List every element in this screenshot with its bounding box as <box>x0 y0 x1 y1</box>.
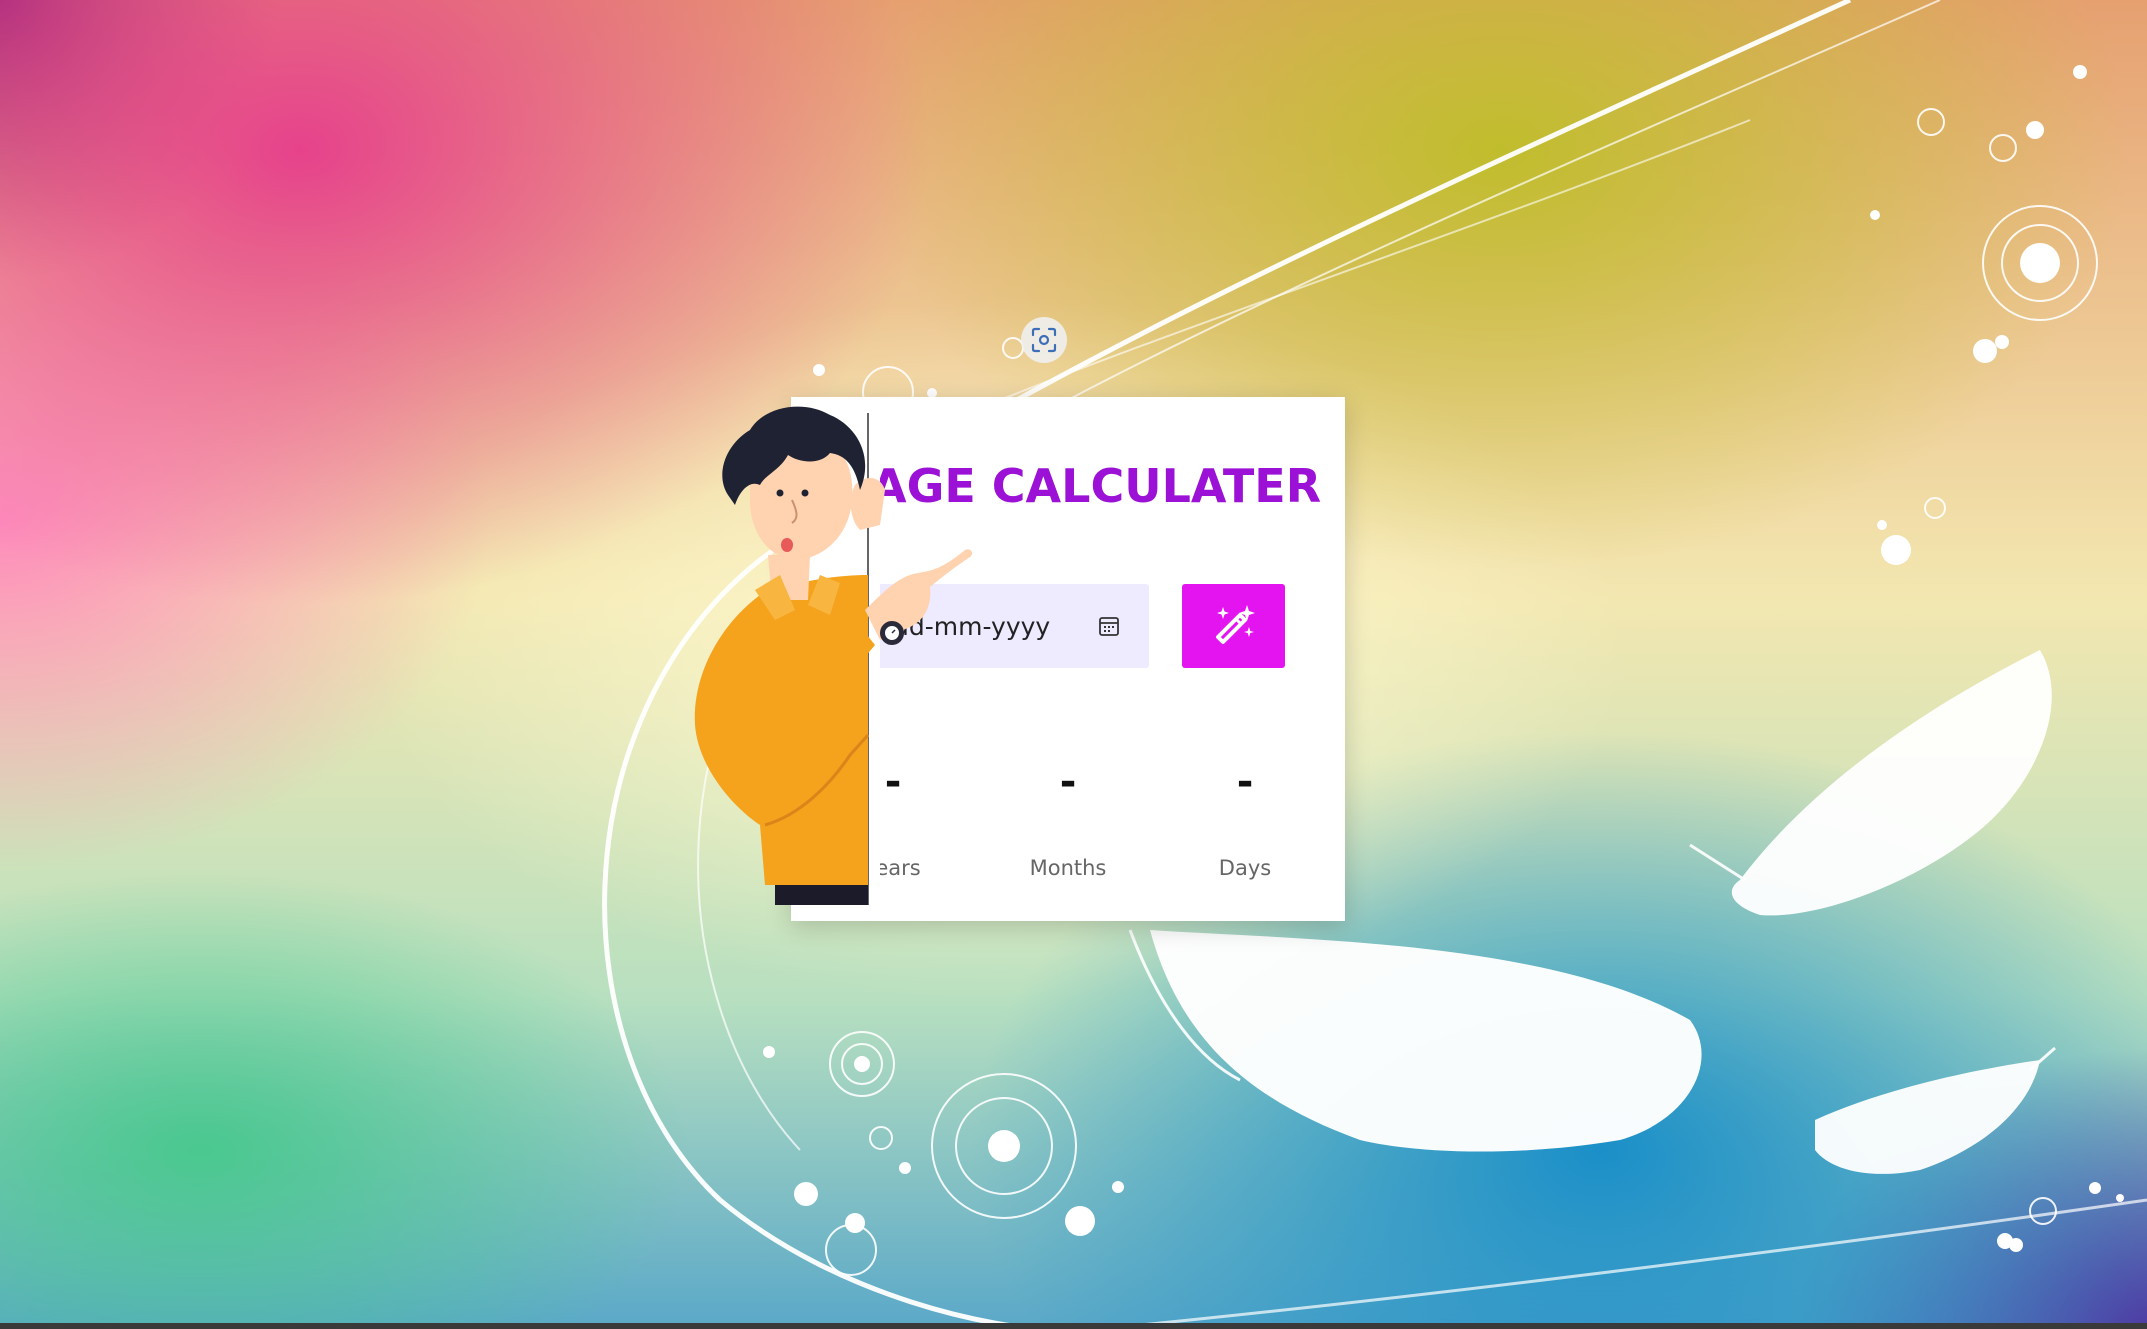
bottom-edge <box>0 1323 2147 1329</box>
magic-wand-icon <box>1215 605 1255 644</box>
months-result: - Months <box>998 762 1138 880</box>
months-label: Months <box>1029 856 1107 880</box>
pointing-man-illustration <box>694 405 973 905</box>
days-result: - Days <box>1175 762 1315 880</box>
calculate-button[interactable] <box>1182 584 1285 668</box>
days-label: Days <box>1218 856 1272 880</box>
calendar-icon[interactable] <box>1097 614 1121 638</box>
screenshot-focus-icon <box>1031 327 1057 353</box>
months-value: - <box>1059 759 1077 805</box>
screenshot-button[interactable] <box>1021 317 1067 363</box>
days-value: - <box>1236 759 1254 805</box>
